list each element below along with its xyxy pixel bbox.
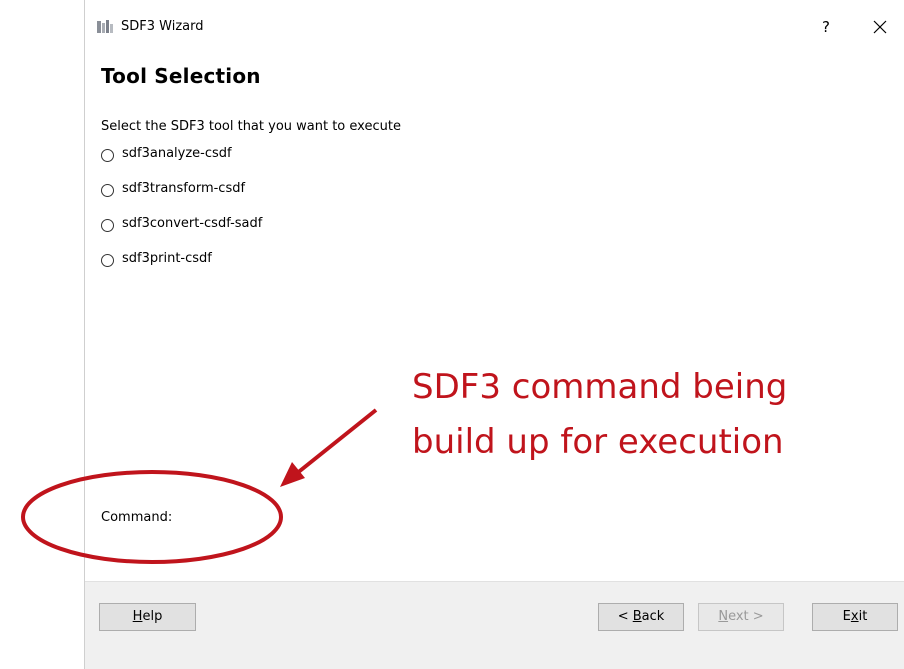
annotation-callout-text: SDF3 command being build up for executio…	[412, 360, 787, 470]
sdf3-app-icon	[97, 20, 113, 33]
page-title: Tool Selection	[101, 64, 261, 88]
exit-button[interactable]: Exit	[812, 603, 898, 631]
help-button[interactable]: Help	[99, 603, 196, 631]
exit-button-label-pre: E	[842, 609, 851, 624]
radio-label[interactable]: sdf3convert-csdf-sadf	[122, 216, 262, 231]
radio-label[interactable]: sdf3print-csdf	[122, 251, 212, 266]
back-button[interactable]: < Back	[598, 603, 684, 631]
close-icon[interactable]	[867, 14, 893, 40]
back-button-label-pre: <	[617, 609, 633, 624]
screenshot: SDF3 Wizard ? Tool Selection Select the …	[0, 0, 904, 669]
radio-button[interactable]	[101, 254, 114, 267]
radio-label[interactable]: sdf3analyze-csdf	[122, 146, 232, 161]
next-button-accel: N	[718, 609, 729, 624]
help-button-label-post: elp	[142, 609, 163, 624]
wizard-window: SDF3 Wizard ? Tool Selection Select the …	[84, 0, 904, 669]
title-bar: SDF3 Wizard ?	[85, 0, 904, 50]
tool-radio-group: sdf3analyze-csdf sdf3transform-csdf sdf3…	[101, 146, 262, 286]
back-button-accel: B	[632, 609, 642, 624]
exit-button-accel: x	[850, 609, 859, 624]
back-button-label-post: ack	[641, 609, 665, 624]
radio-option-sdf3transform-csdf[interactable]: sdf3transform-csdf	[101, 181, 262, 216]
annotation-line-2: build up for execution	[412, 422, 784, 462]
annotation-line-1: SDF3 command being	[412, 367, 788, 407]
instruction-text: Select the SDF3 tool that you want to ex…	[101, 119, 401, 134]
help-button-accel: H	[132, 609, 143, 624]
command-label: Command:	[101, 510, 173, 525]
exit-button-label-post: it	[858, 609, 868, 624]
window-title: SDF3 Wizard	[121, 19, 204, 34]
radio-button[interactable]	[101, 219, 114, 232]
radio-option-sdf3print-csdf[interactable]: sdf3print-csdf	[101, 251, 262, 286]
button-bar: Help < Back Next > Exit	[85, 581, 904, 669]
next-button[interactable]: Next >	[698, 603, 784, 631]
radio-button[interactable]	[101, 149, 114, 162]
radio-label[interactable]: sdf3transform-csdf	[122, 181, 245, 196]
radio-option-sdf3convert-csdf-sadf[interactable]: sdf3convert-csdf-sadf	[101, 216, 262, 251]
help-title-button[interactable]: ?	[815, 16, 837, 38]
radio-option-sdf3analyze-csdf[interactable]: sdf3analyze-csdf	[101, 146, 262, 181]
next-button-label-post: ext >	[728, 609, 764, 624]
radio-button[interactable]	[101, 184, 114, 197]
